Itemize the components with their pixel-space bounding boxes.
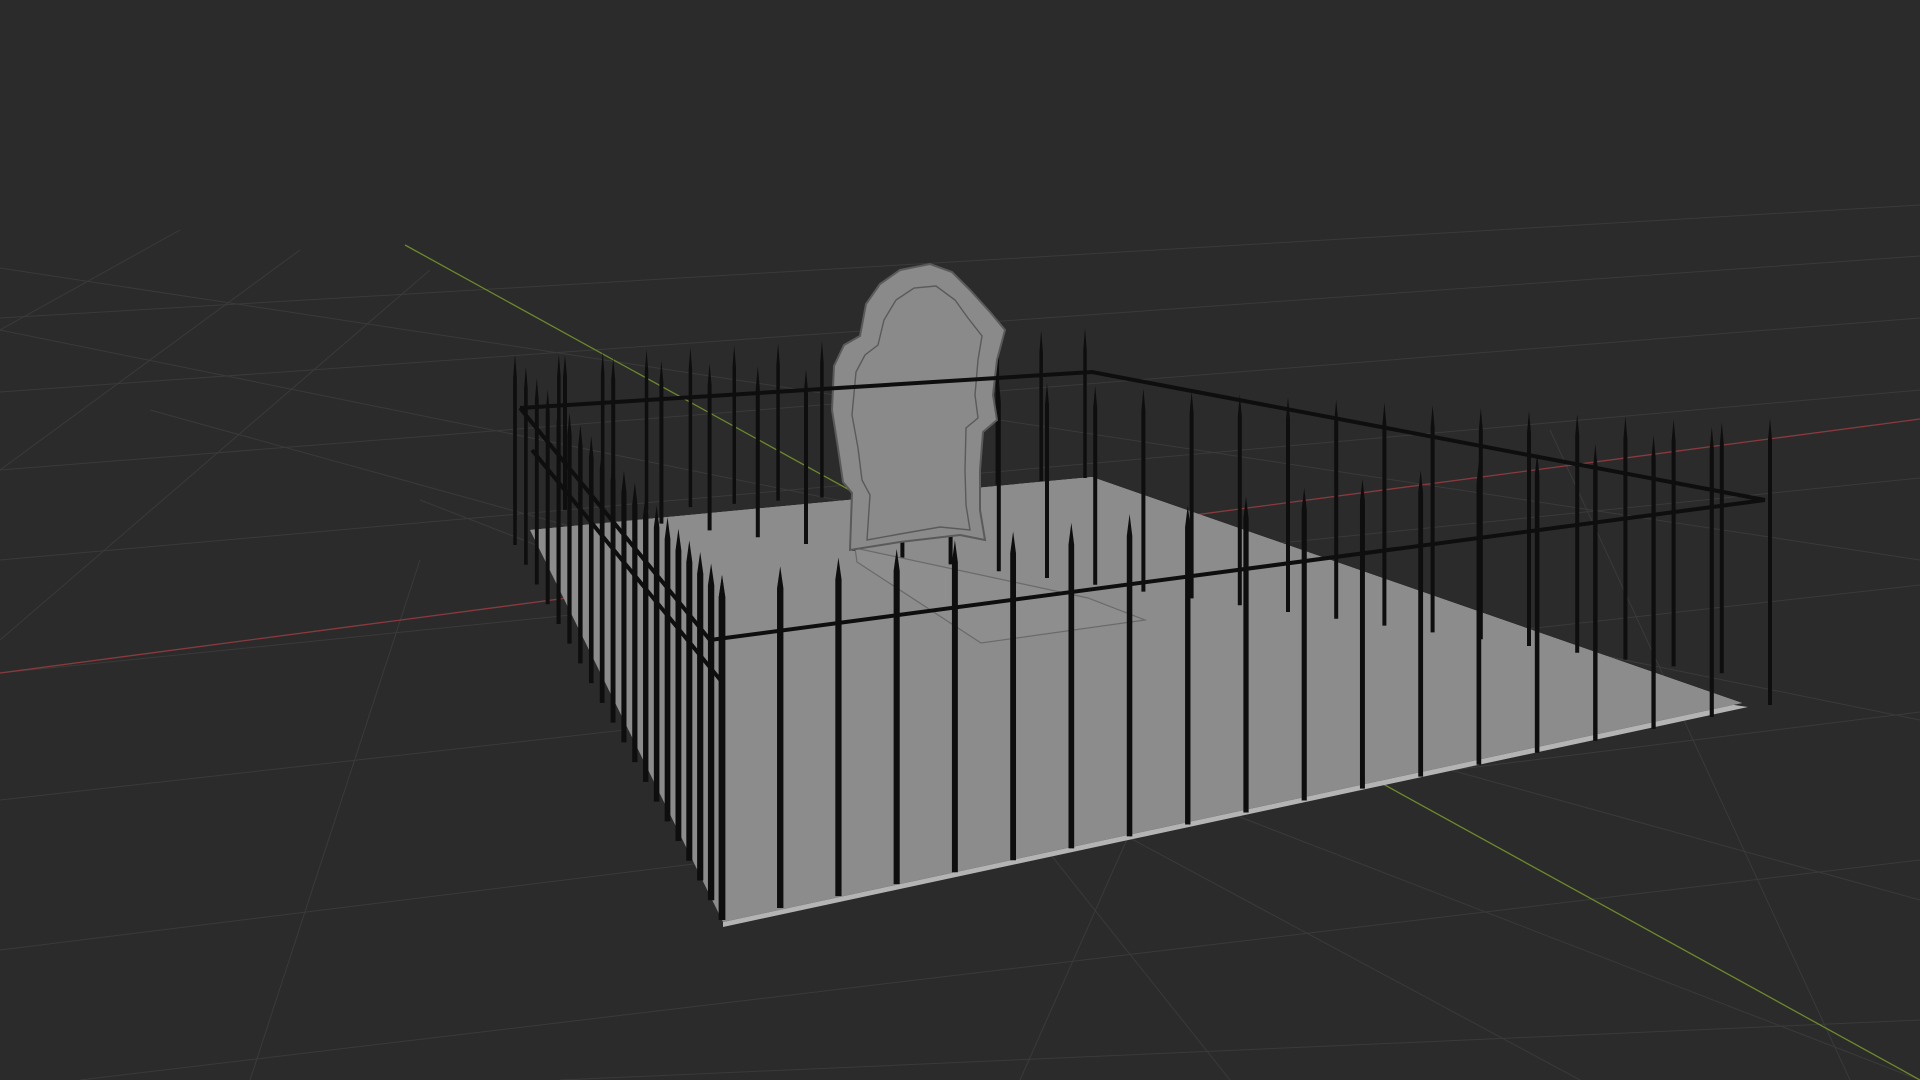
fence-spike [697,551,704,881]
fence-spike [732,345,736,504]
fence-spike [675,528,682,842]
fence-spike [1719,422,1724,674]
fence-spike [1476,461,1482,765]
fence-spike [1534,452,1540,753]
fence-spike [524,366,528,565]
fence-spike [1768,418,1772,705]
fence-spike [1430,405,1435,633]
fence-spike [1575,413,1580,653]
fence-spike [1068,522,1075,849]
fence-spike [599,447,605,703]
fence-spike [1045,383,1049,578]
fence-spike [534,378,539,585]
fence-spike [1010,531,1017,861]
fence-spike [835,557,842,897]
fence-spike [951,540,958,873]
fence-spike [718,575,726,920]
fence-spike [653,505,660,802]
fence-spike [1301,487,1307,801]
fence-spike [776,343,780,501]
fence-spike [632,482,638,763]
fence-spike [1671,419,1676,667]
fence-spike [1083,328,1087,478]
fence-spike [707,363,712,531]
grid-line [79,859,1920,1080]
fence-spike [567,412,572,644]
fence-spike [659,360,664,524]
fence-spike [1334,399,1339,619]
fence-spike [893,548,900,885]
fence-spike [644,349,649,511]
fence-spike [1593,444,1598,741]
fence-spike [804,369,808,544]
fence-spike [1237,394,1242,606]
fence-spike [1651,435,1656,729]
fence-spike [686,540,693,861]
fence-spike [1286,397,1290,612]
grid-line [0,269,431,641]
viewport-canvas[interactable] [0,0,1920,1080]
fence-spike [1185,505,1191,825]
fence-spike [556,401,561,624]
fence-spike [610,459,616,723]
fence-spike [1709,426,1714,717]
fence-spike [1527,411,1531,646]
grid-line [0,229,181,331]
grid-line [249,559,421,1080]
fence-spike [664,517,671,822]
fence-spike [1093,385,1098,585]
fence-spike [588,436,594,684]
fence-spike [578,424,583,664]
grid-line [559,1019,1920,1080]
fence-spike [1359,479,1365,789]
headstone-body [830,262,1007,552]
fence-spike [777,566,784,909]
grid-line [0,249,301,471]
fence-spike [707,563,715,901]
fence-spike [1126,513,1133,837]
fence-spike [820,340,824,498]
fence-spike [1418,470,1424,777]
fence-spike [545,389,550,605]
fence-spike [1039,330,1043,482]
fence-spike [621,470,627,743]
fence-spike [1141,388,1146,592]
fence-spike [688,347,693,508]
fence-spike [1243,496,1249,813]
fence-spike [513,355,517,545]
fence-spike [643,493,649,782]
fence-spike [1623,416,1628,660]
fence-spike [1382,402,1387,626]
3d-viewport[interactable] [0,0,1920,1080]
